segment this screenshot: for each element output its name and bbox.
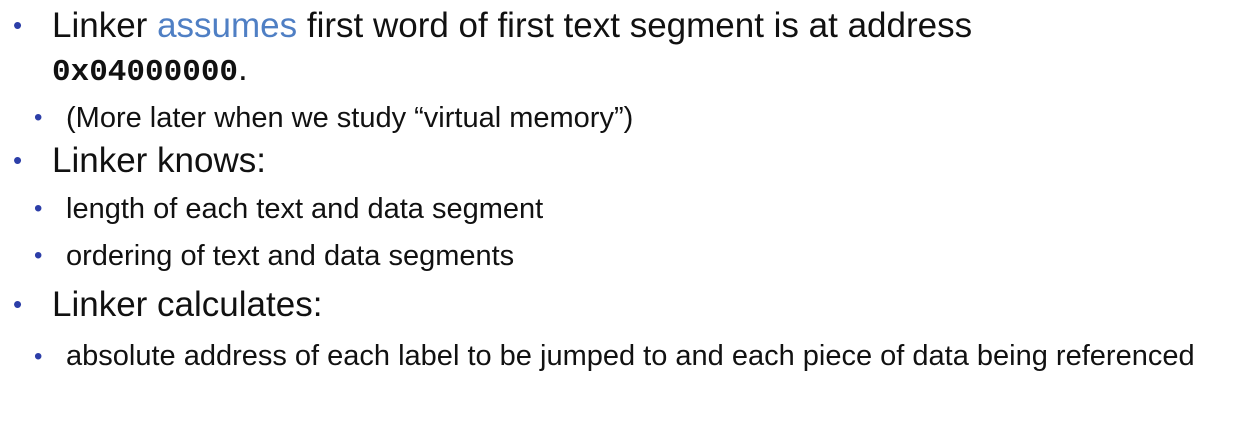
bullet-item: • Linker knows:: [0, 139, 1254, 182]
sub-bullet-item: • absolute address of each label to be j…: [0, 338, 1254, 375]
bullet-text-pre: Linker: [52, 6, 158, 45]
bullet-dot-icon: •: [13, 10, 23, 40]
code-suffix: .: [238, 49, 248, 88]
bullet-dot-icon: •: [34, 104, 43, 131]
sub-bullet-item: • (More later when we study “virtual mem…: [0, 100, 1254, 136]
sub-bullet-text: length of each text and data segment: [66, 193, 544, 225]
bullet-dot-icon: •: [13, 289, 23, 319]
sub-bullet-text: absolute address of each label to be jum…: [66, 340, 1195, 372]
sub-bullet-text: (More later when we study “virtual memor…: [66, 102, 634, 134]
bullet-text: Linker calculates:: [52, 285, 323, 324]
sub-bullet-item: • length of each text and data segment: [0, 191, 1254, 227]
sub-bullet-text: ordering of text and data segments: [66, 240, 515, 272]
bullet-dot-icon: •: [34, 343, 43, 370]
bullet-item: • Linker assumes first word of first tex…: [0, 4, 1254, 94]
bullet-dot-icon: •: [34, 195, 43, 222]
bullet-item: • Linker calculates:: [0, 283, 1254, 326]
address-code: 0x04000000: [52, 55, 239, 90]
sub-bullet-item: • ordering of text and data segments: [0, 238, 1254, 274]
bullet-dot-icon: •: [34, 242, 43, 269]
bullet-dot-icon: •: [13, 145, 23, 175]
slide: • Linker assumes first word of first tex…: [0, 0, 1254, 431]
bullet-text: Linker knows:: [52, 141, 266, 180]
bullet-text-post: first word of first text segment is at a…: [297, 6, 973, 45]
highlighted-word: assumes: [157, 6, 298, 45]
